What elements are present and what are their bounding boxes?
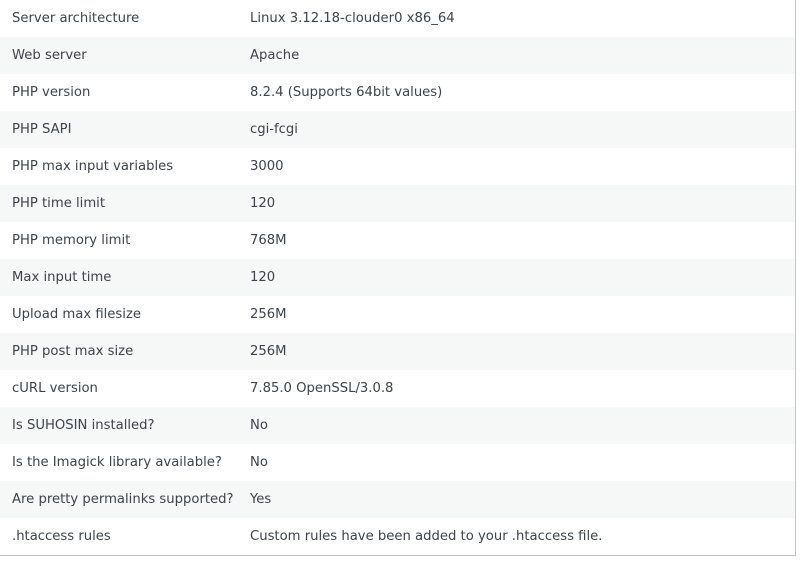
row-value: 3000: [250, 159, 284, 174]
row-label: PHP max input variables: [12, 159, 174, 174]
row-value: 768M: [250, 233, 287, 248]
row-label: Are pretty permalinks supported?: [0, 481, 238, 518]
row-value: 256M: [250, 307, 287, 322]
table-row: PHP version 8.2.4 (Supports 64bit values): [0, 74, 795, 111]
table-row: PHP time limit 120: [0, 185, 795, 222]
table-row: PHP post max size 256M: [0, 333, 795, 370]
row-value: 120: [238, 259, 795, 296]
row-value: 8.2.4 (Supports 64bit values): [250, 85, 443, 100]
table-row: Upload max filesize 256M: [0, 296, 795, 333]
table-row: PHP memory limit 768M: [0, 222, 795, 259]
row-label: .htaccess rules: [12, 529, 111, 544]
row-value: Apache: [238, 37, 795, 74]
row-label: PHP version: [12, 85, 91, 100]
table-row: .htaccess rules Custom rules have been ad…: [0, 518, 795, 555]
row-value: 120: [238, 185, 795, 222]
row-label: Upload max filesize: [12, 307, 141, 322]
row-label: PHP memory limit: [12, 233, 131, 248]
row-value: 256M: [238, 333, 795, 370]
row-label: PHP time limit: [0, 185, 238, 222]
server-info-panel: Server architecture Linux 3.12.18-clouder…: [0, 0, 796, 556]
row-label: cURL version: [12, 381, 98, 396]
table-row: Web server Apache: [0, 37, 795, 74]
row-label: Is SUHOSIN installed?: [0, 407, 238, 444]
row-value: cgi-fcgi: [238, 111, 795, 148]
table-row: Is the Imagick library available? No: [0, 444, 795, 481]
row-value: No: [238, 407, 795, 444]
table-row: PHP max input variables 3000: [0, 148, 795, 185]
row-label: Server architecture: [12, 11, 140, 26]
row-value: No: [250, 455, 268, 470]
table-row: Is SUHOSIN installed? No: [0, 407, 795, 444]
row-label: PHP SAPI: [0, 111, 238, 148]
table-row: PHP SAPI cgi-fcgi: [0, 111, 795, 148]
row-label: Is the Imagick library available?: [12, 455, 222, 470]
row-label: PHP post max size: [0, 333, 238, 370]
row-label: Web server: [0, 37, 238, 74]
table-row: Max input time 120: [0, 259, 795, 296]
row-value: Custom rules have been added to your .ht…: [250, 529, 603, 544]
row-label: Max input time: [0, 259, 238, 296]
row-value: 7.85.0 OpenSSL/3.0.8: [250, 381, 394, 396]
table-row: cURL version 7.85.0 OpenSSL/3.0.8: [0, 370, 795, 407]
server-info-table: Server architecture Linux 3.12.18-clouder…: [0, 0, 795, 555]
row-value: Yes: [238, 481, 795, 518]
table-row: Server architecture Linux 3.12.18-clouder…: [0, 0, 795, 37]
row-value: Linux 3.12.18-clouder0 x86_64: [250, 11, 455, 26]
table-row: Are pretty permalinks supported? Yes: [0, 481, 795, 518]
